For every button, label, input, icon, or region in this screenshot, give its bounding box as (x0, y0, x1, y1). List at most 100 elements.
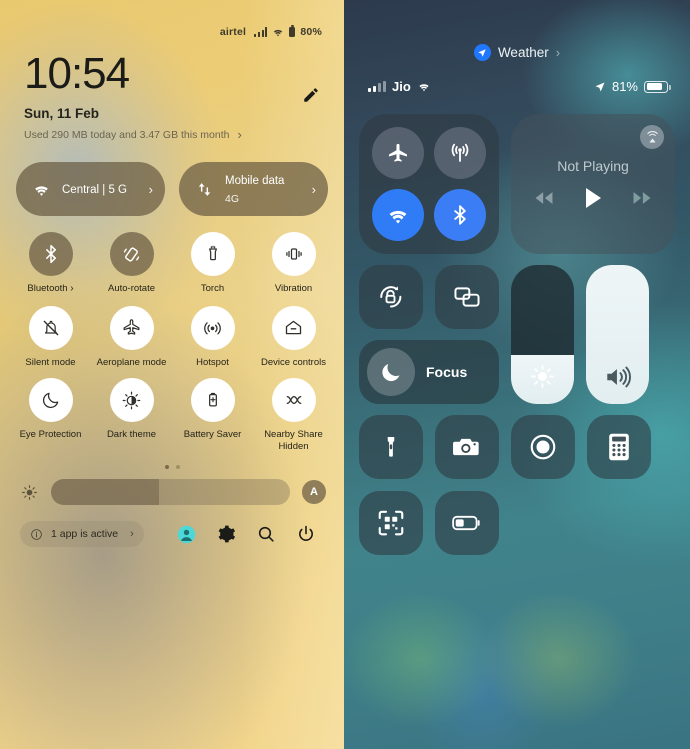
tile-label: Vibration (274, 283, 313, 294)
brightness-slider[interactable] (511, 265, 574, 404)
data-usage-text: Used 290 MB today and 3.47 GB this month (24, 128, 230, 141)
chevron-right-icon: › (148, 181, 153, 197)
tile-device-controls[interactable]: Device controls (253, 305, 334, 369)
screen-mirroring-icon (454, 287, 480, 307)
active-apps-pill[interactable]: 1 app is active › (20, 521, 144, 548)
flashlight-button[interactable] (359, 415, 423, 479)
location-arrow-icon (594, 81, 606, 93)
camera-button[interactable] (435, 415, 499, 479)
tile-nearby-share[interactable]: Nearby Share Hidden (253, 378, 334, 453)
rotation-lock-icon (380, 286, 402, 308)
wifi-pill[interactable]: Central | 5 G › (16, 162, 165, 216)
tile-dark-theme[interactable]: Dark theme (91, 378, 172, 453)
home-icon (271, 305, 316, 350)
screen-mirroring-button[interactable] (435, 265, 499, 329)
torch-icon (190, 232, 235, 276)
weather-label: Weather (497, 45, 549, 60)
airplane-mode-button[interactable] (372, 127, 424, 179)
battery-saver-icon (190, 378, 235, 423)
edit-pencil-icon[interactable] (300, 84, 322, 106)
signal-bars-icon (254, 27, 268, 37)
brightness-row: A (0, 469, 344, 506)
tile-label: Nearby Share (264, 429, 323, 441)
status-carrier: Jio (392, 79, 411, 94)
weather-indicator[interactable]: Weather › (344, 0, 690, 61)
tile-sublabel: Hidden (278, 441, 309, 453)
tile-hotspot[interactable]: Hotspot (172, 305, 253, 369)
chevron-right-icon: › (70, 283, 74, 294)
bell-off-icon (28, 305, 73, 350)
tile-label: Hotspot (196, 356, 229, 368)
camera-icon (453, 438, 479, 456)
focus-label: Focus (426, 364, 468, 380)
clock-date: Sun, 11 Feb (24, 106, 100, 121)
rotation-lock-button[interactable] (359, 265, 423, 329)
chevron-right-icon: › (237, 127, 242, 142)
battery-icon (644, 80, 671, 93)
mobile-data-pill[interactable]: Mobile data 4G › (179, 162, 328, 216)
tile-silent-mode[interactable]: Silent mode (10, 305, 91, 369)
user-avatar-icon[interactable] (166, 524, 206, 545)
calculator-button[interactable] (587, 415, 651, 479)
brightness-slider[interactable] (51, 479, 290, 506)
wifi-icon (417, 81, 431, 92)
location-arrow-icon (473, 44, 491, 61)
chevron-right-icon: › (130, 528, 134, 541)
signal-bars-icon (368, 81, 386, 92)
bluetooth-icon (28, 232, 73, 276)
tile-label: Silent mode (25, 356, 76, 368)
tile-auto-rotate[interactable]: Auto-rotate (91, 232, 172, 296)
cellular-antenna-icon (451, 143, 469, 162)
active-apps-label: 1 app is active (51, 528, 119, 541)
rewind-icon[interactable] (533, 190, 555, 206)
tile-vibration[interactable]: Vibration (253, 232, 334, 296)
wifi-pill-ssid: Central | 5 G (62, 184, 127, 196)
dual-panel-screenshot: airtel 80% 10:54 Sun, 11 Feb Used 290 MB… (0, 0, 690, 749)
qr-scanner-button[interactable] (359, 491, 423, 555)
flashlight-icon (387, 436, 395, 457)
chevron-right-icon: › (311, 181, 316, 197)
tile-battery-saver[interactable]: Battery Saver (172, 378, 253, 453)
bluetooth-icon (454, 205, 466, 225)
play-icon[interactable] (583, 186, 603, 210)
qr-code-icon (378, 510, 404, 536)
battery-icon (289, 25, 296, 37)
calculator-icon (609, 433, 629, 461)
power-icon[interactable] (286, 524, 326, 544)
android-quick-settings-panel: airtel 80% 10:54 Sun, 11 Feb Used 290 MB… (0, 0, 344, 749)
cellular-data-button[interactable] (434, 127, 486, 179)
page-dot[interactable] (175, 465, 180, 470)
tile-label: Aeroplane mode (96, 356, 167, 368)
control-center-modules: Not Playing Focus (344, 94, 690, 555)
ios-status-bar: Jio 81% (344, 61, 690, 94)
wifi-icon (30, 182, 52, 197)
data-usage-row[interactable]: Used 290 MB today and 3.47 GB this month… (24, 127, 344, 142)
low-power-mode-button[interactable] (435, 491, 499, 555)
page-dot-active[interactable] (164, 465, 169, 470)
chevron-right-icon: › (555, 45, 561, 60)
tile-bluetooth[interactable]: Bluetooth › (10, 232, 91, 296)
record-icon (530, 434, 556, 460)
quick-settings-toggle-grid: Bluetooth › Auto-rotate Torch Vibration … (0, 216, 344, 453)
android-status-bar: airtel 80% (0, 0, 344, 38)
media-playback-module[interactable]: Not Playing (511, 114, 675, 254)
focus-button[interactable]: Focus (359, 340, 499, 404)
tile-eye-protection[interactable]: Eye Protection (10, 378, 91, 453)
bluetooth-button[interactable] (434, 189, 486, 241)
tile-torch[interactable]: Torch (172, 232, 253, 296)
screen-record-button[interactable] (511, 415, 575, 479)
tile-label: Device controls (261, 356, 326, 368)
tile-aeroplane-mode[interactable]: Aeroplane mode (91, 305, 172, 369)
wifi-button[interactable] (372, 189, 424, 241)
fastforward-icon[interactable] (631, 190, 653, 206)
settings-gear-icon[interactable] (206, 524, 246, 544)
connectivity-pill-row: Central | 5 G › Mobile data 4G › (0, 142, 344, 216)
wifi-icon (389, 210, 407, 224)
ios-control-center-panel: Weather › Jio 81% Not Playing Focus (344, 0, 690, 749)
search-icon[interactable] (246, 524, 286, 544)
info-icon (30, 528, 43, 541)
volume-slider[interactable] (586, 265, 649, 404)
connectivity-module (359, 114, 499, 254)
auto-brightness-button[interactable]: A (302, 480, 326, 505)
airplay-icon[interactable] (640, 125, 664, 149)
